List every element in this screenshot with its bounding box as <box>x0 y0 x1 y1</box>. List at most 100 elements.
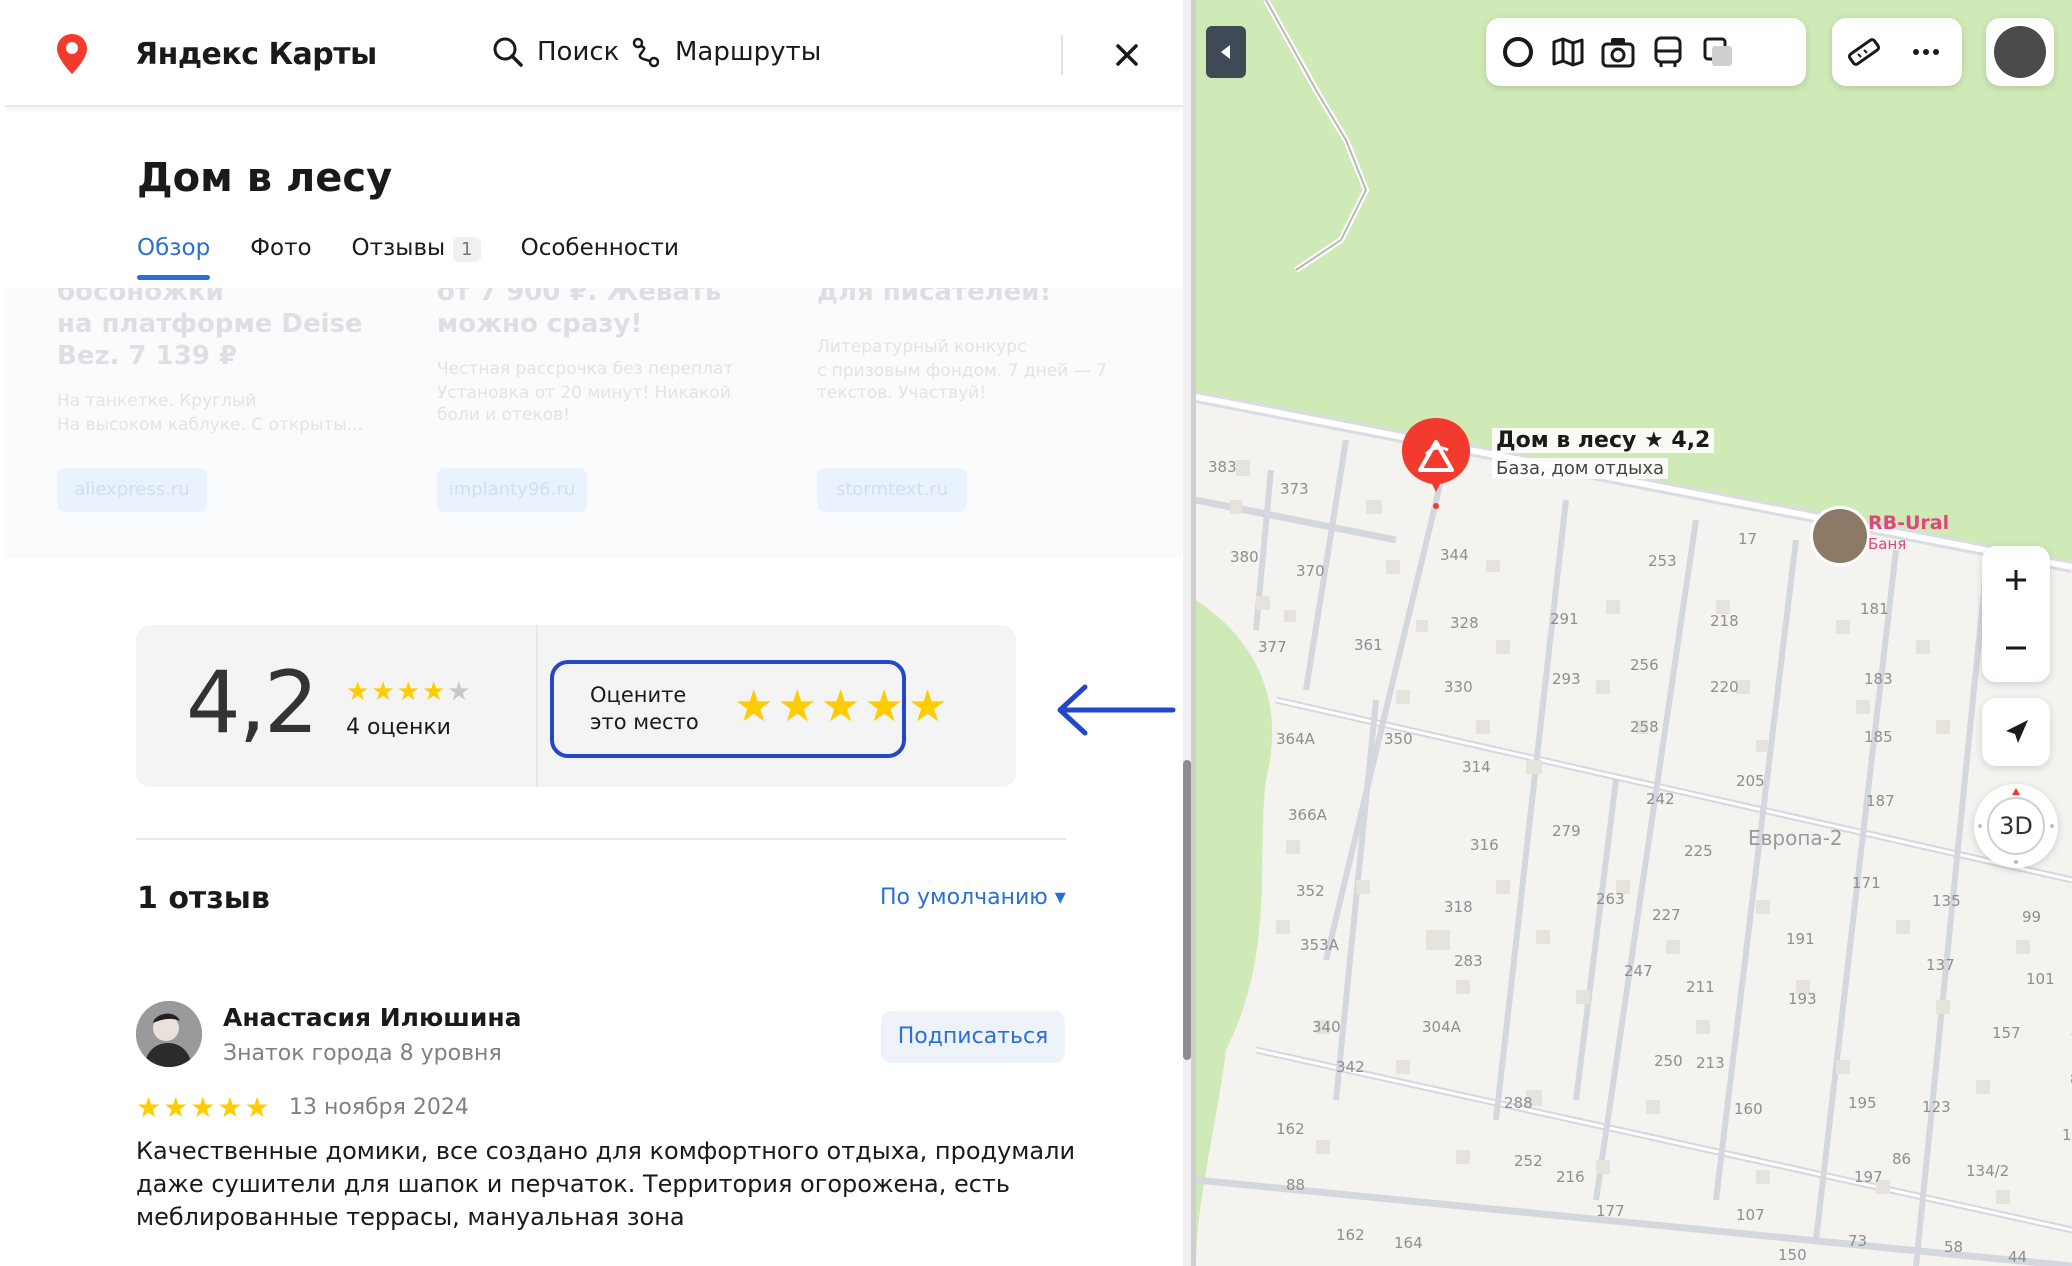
house-number: 162 <box>1336 1226 1365 1244</box>
profile-button[interactable] <box>1986 18 2054 86</box>
house-number: 101 <box>2026 970 2055 988</box>
map-canvas[interactable]: 383 373 380 370 344 377 361 328 291 253 … <box>1196 0 2072 1266</box>
ad-link[interactable]: implanty96.ru <box>437 468 587 512</box>
review-stars: ★★★★★ <box>136 1091 272 1124</box>
camera-icon[interactable] <box>1600 34 1636 70</box>
ad-link[interactable]: stormtext.ru <box>817 468 967 512</box>
house-number: 318 <box>1444 898 1473 916</box>
review-author[interactable]: Анастасия Илюшина <box>223 1003 522 1032</box>
house-number: 181 <box>1860 600 1889 618</box>
star-icon: ★ <box>421 677 448 707</box>
chevron-left-icon <box>1221 45 1230 59</box>
tab-reviews[interactable]: Отзывы 1 <box>352 235 481 280</box>
house-number: 218 <box>1710 612 1739 630</box>
house-number: 279 <box>1552 822 1581 840</box>
house-number: 344 <box>1440 546 1469 564</box>
zoom-in-icon[interactable] <box>1982 546 2050 614</box>
star-icon: ★ <box>190 1091 218 1124</box>
house-number: 258 <box>1630 718 1659 736</box>
alice-icon[interactable] <box>1500 34 1536 70</box>
my-location-button[interactable] <box>1982 698 2050 766</box>
yandex-maps-logo-icon[interactable] <box>55 33 89 75</box>
house-number: 164 <box>1394 1234 1423 1252</box>
search-button[interactable]: Поиск <box>491 35 619 69</box>
rate-star-1-icon[interactable]: ★ <box>734 681 777 732</box>
ad-card[interactable]: от 7 900 ₽. Жевать можно сразу! Честная … <box>437 288 757 512</box>
zoom-out-icon[interactable] <box>1982 614 2050 682</box>
more-icon[interactable] <box>1908 34 1944 70</box>
house-number: 88 <box>1286 1176 1306 1194</box>
house-number: 73 <box>1848 1232 1868 1250</box>
house-number: 250 <box>1654 1052 1683 1070</box>
routes-button[interactable]: Маршруты <box>629 35 821 69</box>
ad-card[interactable]: босоножки на платформе Deise Bez. 7 139 … <box>57 288 377 512</box>
tab-overview[interactable]: Обзор <box>137 235 211 280</box>
ad-link[interactable]: aliexpress.ru <box>57 468 207 512</box>
house-number: 195 <box>1848 1094 1877 1112</box>
scrollbar-track[interactable] <box>1183 0 1191 1266</box>
location-arrow-icon <box>2006 720 2028 743</box>
rate-star-4-icon[interactable]: ★ <box>864 681 907 732</box>
house-number: 253 <box>1648 552 1677 570</box>
sort-dropdown[interactable]: По умолчанию ▾ <box>880 885 1066 910</box>
avatar <box>1994 26 2046 78</box>
ruler-icon[interactable] <box>1846 34 1882 70</box>
house-number: 373 <box>1280 480 1309 498</box>
house-number: 304А <box>1422 1018 1461 1036</box>
place-title: Дом в лесу <box>137 155 393 201</box>
panorama-icon[interactable] <box>1700 34 1736 70</box>
house-number: 352 <box>1296 882 1325 900</box>
review-author-level: Знаток города 8 уровня <box>223 1041 502 1066</box>
ad-card[interactable]: для писателей! Литературный конкурс с пр… <box>817 288 1137 512</box>
avatar[interactable] <box>136 1001 202 1067</box>
house-number: 256 <box>1630 656 1659 674</box>
house-number: 134/2 <box>1966 1162 2010 1180</box>
place-pin-icon[interactable] <box>1396 414 1476 510</box>
house-number: 220 <box>1710 678 1739 696</box>
transport-icon[interactable] <box>1650 34 1686 70</box>
tab-photos[interactable]: Фото <box>250 235 311 280</box>
house-number: 107 <box>1736 1206 1765 1224</box>
house-number: 193 <box>1788 990 1817 1008</box>
map-place-label[interactable]: Дом в лесу ★ 4,2 <box>1492 428 1715 453</box>
subscribe-button[interactable]: Подписаться <box>881 1011 1065 1063</box>
house-number: 314 <box>1462 758 1491 776</box>
rate-star-5-icon[interactable]: ★ <box>908 681 951 732</box>
house-number: 353А <box>1300 936 1339 954</box>
rate-star-2-icon[interactable]: ★ <box>777 681 820 732</box>
star-icon: ★ <box>136 1091 164 1124</box>
house-number: 227 <box>1652 906 1681 924</box>
house-number: 366А <box>1288 806 1327 824</box>
review-date: 13 ноября 2024 <box>289 1095 469 1120</box>
rating-stars: ★★★★★ <box>346 677 473 707</box>
rating-value: 4,2 <box>186 653 319 753</box>
house-number: 288 <box>1504 1094 1533 1112</box>
star-icon: ★ <box>396 677 422 707</box>
poi-photo-icon[interactable] <box>1810 506 1870 566</box>
map-layers-icon[interactable] <box>1550 34 1586 70</box>
house-number: 44 <box>2008 1248 2028 1266</box>
house-number: 328 <box>1450 614 1479 632</box>
close-icon[interactable] <box>1107 35 1147 75</box>
poi-name[interactable]: RB-Ural <box>1868 512 1949 534</box>
star-icon: ★ <box>346 677 372 707</box>
map-tools-toolbar <box>1832 18 1962 86</box>
house-number: 177 <box>1596 1202 1625 1220</box>
house-number: 291 <box>1550 610 1579 628</box>
house-number: 263 <box>1596 890 1625 908</box>
rate-star-3-icon[interactable]: ★ <box>821 681 864 732</box>
house-number: 125 <box>2062 1126 2072 1144</box>
house-number: 187 <box>1866 792 1895 810</box>
rate-place-widget[interactable]: Оцените это место ★★★★★ <box>550 660 947 758</box>
scrollbar-thumb[interactable] <box>1183 760 1191 1060</box>
map-place-type: База, дом отдыха <box>1492 458 1669 479</box>
house-number: 137 <box>1926 956 1955 974</box>
collapse-panel-button[interactable] <box>1206 26 1246 78</box>
house-number: 361 <box>1354 636 1383 654</box>
map-base-layer <box>1196 0 2072 1266</box>
3d-button[interactable]: 3D <box>1974 784 2058 868</box>
topbar-divider <box>1061 35 1063 75</box>
star-icon: ★ <box>163 1091 191 1124</box>
tab-features[interactable]: Особенности <box>521 235 679 280</box>
brand-title[interactable]: Яндекс Карты <box>135 37 377 72</box>
